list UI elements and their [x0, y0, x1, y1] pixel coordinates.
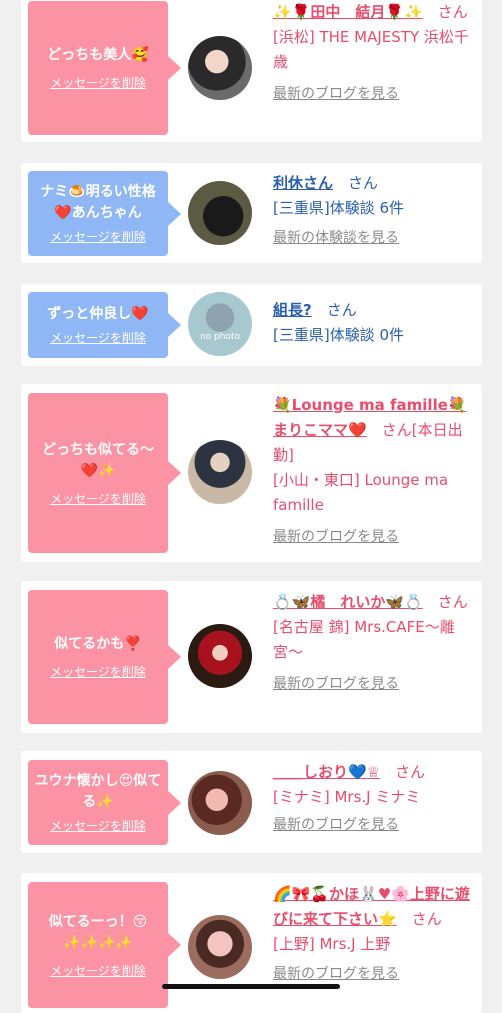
favorite-card: ユウナ懐かし😍似てる✨ メッセージを削除 ＿＿しおり💙♕ さん [ミナミ] Mr…	[21, 751, 482, 853]
message-bubble: 似てるかも❣️ メッセージを削除	[28, 590, 181, 724]
message-text: ずっと仲良し❤️	[47, 306, 149, 322]
message-bubble: ユウナ懐かし😍似てる✨ メッセージを削除	[28, 760, 181, 845]
favorite-card: ずっと仲良し❤️ メッセージを削除 no photo 組長? さん [三重県]体…	[21, 284, 482, 366]
latest-blog-link[interactable]: 最新のブログを見る	[273, 83, 478, 105]
message-bubble: 似てるーっ！😚✨✨✨✨ メッセージを削除	[28, 882, 181, 1008]
delete-message-link[interactable]: メッセージを削除	[50, 74, 146, 91]
no-photo-label: no photo	[199, 332, 241, 342]
latest-blog-link[interactable]: 最新のブログを見る	[273, 526, 478, 548]
review-count: [三重県]体験談 0件	[273, 326, 405, 344]
message-text: ナミ🍮明るい性格❤️あんちゃん	[40, 184, 156, 221]
shop-info: [ミナミ] Mrs.J ミナミ	[273, 788, 421, 806]
favorite-card: 似てるーっ！😚✨✨✨✨ メッセージを削除 🌈🎀🍒かほ🐰♥🌸上野に遊びに来て下さい…	[21, 873, 482, 1013]
shop-info: [名古屋 錦] Mrs.CAFE〜離宮〜	[273, 618, 455, 661]
latest-blog-link[interactable]: 最新のブログを見る	[273, 814, 478, 836]
home-indicator[interactable]	[162, 984, 340, 989]
avatar[interactable]	[188, 36, 252, 100]
message-bubble: ナミ🍮明るい性格❤️あんちゃん メッセージを削除	[28, 171, 181, 256]
avatar[interactable]: no photo	[188, 292, 252, 356]
avatar[interactable]	[188, 181, 252, 245]
member-name-link[interactable]: 利休さん	[273, 174, 333, 192]
avatar[interactable]	[188, 624, 252, 688]
favorite-card: ナミ🍮明るい性格❤️あんちゃん メッセージを削除 利休さん さん [三重県]体験…	[21, 163, 482, 263]
message-bubble: どっちも美人🥰 メッセージを削除	[28, 1, 181, 135]
member-name-link[interactable]: 組長?	[273, 301, 312, 319]
shop-info: [浜松] THE MAJESTY 浜松千歳	[273, 28, 469, 71]
shop-info: [小山・東口] Lounge ma famille	[273, 471, 449, 514]
latest-blog-link[interactable]: 最新のブログを見る	[273, 963, 478, 985]
cast-name-link[interactable]: ＿＿しおり💙♕	[273, 763, 380, 781]
name-suffix: さん	[411, 910, 442, 928]
name-suffix: さん	[326, 301, 357, 319]
delete-message-link[interactable]: メッセージを削除	[50, 228, 146, 245]
name-suffix: さん	[437, 3, 468, 21]
name-suffix: さん	[395, 763, 426, 781]
review-count: [三重県]体験談 6件	[273, 199, 405, 217]
delete-message-link[interactable]: メッセージを削除	[50, 663, 146, 680]
shop-info: [上野] Mrs.J 上野	[273, 935, 391, 953]
delete-message-link[interactable]: メッセージを削除	[50, 962, 146, 979]
message-text: ユウナ懐かし😍似てる✨	[34, 773, 162, 810]
cast-name-link[interactable]: 💍🦋橘 れいか🦋💍	[273, 593, 423, 611]
name-suffix: さん	[437, 593, 468, 611]
name-suffix: さん	[381, 421, 412, 439]
message-bubble: どっちも似てる〜❤️✨ メッセージを削除	[28, 393, 181, 553]
favorite-card: 似てるかも❣️ メッセージを削除 💍🦋橘 れいか🦋💍 さん [名古屋 錦] Mr…	[21, 581, 482, 733]
delete-message-link[interactable]: メッセージを削除	[50, 329, 146, 346]
delete-message-link[interactable]: メッセージを削除	[50, 490, 146, 507]
cast-name-link[interactable]: ✨🌹田中 結月🌹✨	[273, 3, 423, 21]
favorite-card: どっちも似てる〜❤️✨ メッセージを削除 💐Lounge ma famille💐…	[21, 384, 482, 562]
avatar[interactable]	[188, 915, 252, 979]
latest-review-link[interactable]: 最新の体験談を見る	[273, 227, 478, 249]
message-text: どっちも似てる〜❤️✨	[42, 441, 154, 479]
avatar[interactable]	[188, 440, 252, 504]
message-text: 似てるかも❣️	[54, 636, 142, 652]
favorite-card: どっちも美人🥰 メッセージを削除 ✨🌹田中 結月🌹✨ さん [浜松] THE M…	[21, 0, 482, 142]
message-text: 似てるーっ！😚✨✨✨✨	[48, 913, 148, 951]
avatar[interactable]	[188, 771, 252, 835]
message-bubble: ずっと仲良し❤️ メッセージを削除	[28, 292, 181, 358]
latest-blog-link[interactable]: 最新のブログを見る	[273, 673, 478, 695]
message-text: どっちも美人🥰	[47, 47, 149, 63]
delete-message-link[interactable]: メッセージを削除	[50, 817, 146, 834]
name-suffix: さん	[348, 174, 379, 192]
